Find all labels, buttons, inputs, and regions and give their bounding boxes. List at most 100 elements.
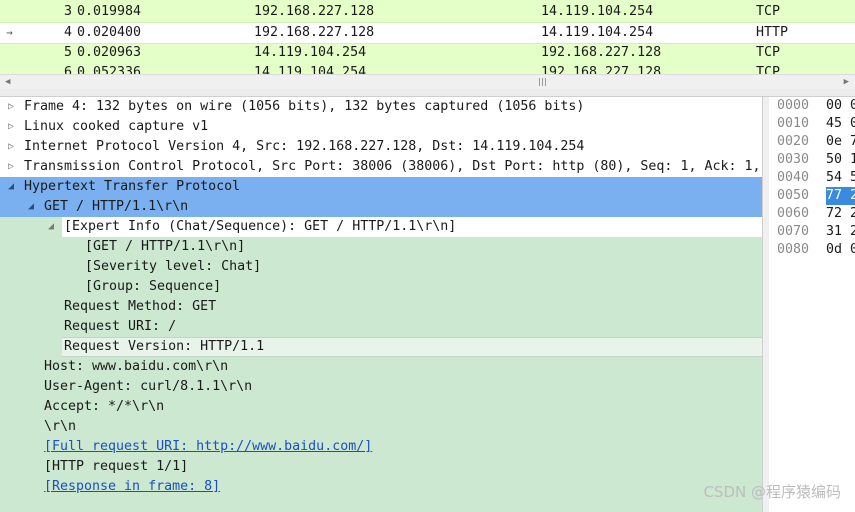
expand-expanded-icon[interactable]: ◢ <box>28 197 34 217</box>
tree-item-label: Frame 4: 132 bytes on wire (1056 bits), … <box>24 99 585 114</box>
tree-item-request-uri[interactable]: Request URI: / <box>0 317 762 337</box>
packet-bytes-pane[interactable]: 0000 00 0 0010 45 0 0020 0e 7 0030 50 1 … <box>769 97 855 512</box>
tree-item-http[interactable]: ◢ Hypertext Transfer Protocol <box>0 177 762 197</box>
byte-hex[interactable]: 72 2 <box>826 205 855 223</box>
packet-row[interactable]: 3 0.019984 192.168.227.128 14.119.104.25… <box>0 2 855 22</box>
packet-details-tree[interactable]: ▷ Frame 4: 132 bytes on wire (1056 bits)… <box>0 97 762 512</box>
tree-item-label: Host: www.baidu.com\r\n <box>44 359 229 374</box>
packet-number: 3 <box>63 4 72 19</box>
tree-item-severity[interactable]: [Severity level: Chat] <box>0 257 762 277</box>
bytes-row: 0080 0d 0 <box>769 241 855 259</box>
tree-item-label: Request URI: / <box>64 319 177 334</box>
packet-time: 0.019984 <box>77 4 142 19</box>
tree-item-label: [Expert Info (Chat/Sequence): GET / HTTP… <box>64 219 457 234</box>
tree-item-linux-cooked[interactable]: ▷ Linux cooked capture v1 <box>0 117 762 137</box>
tree-item-expert-info[interactable]: ◢ [Expert Info (Chat/Sequence): GET / HT… <box>48 217 762 237</box>
bytes-row: 0020 0e 7 <box>769 133 855 151</box>
byte-offset: 0080 <box>777 242 810 257</box>
expand-collapsed-icon[interactable]: ▷ <box>8 157 14 177</box>
packet-destination: 14.119.104.254 <box>541 4 654 19</box>
expand-collapsed-icon[interactable]: ▷ <box>8 117 14 137</box>
byte-hex[interactable]: 54 5 <box>826 169 855 187</box>
tree-item-accept[interactable]: Accept: */*\r\n <box>0 397 762 417</box>
packet-source: 192.168.227.128 <box>254 25 375 40</box>
byte-hex[interactable]: 0d 0 <box>826 241 855 259</box>
packet-source: 192.168.227.128 <box>254 4 375 19</box>
tree-item-label: Hypertext Transfer Protocol <box>24 179 241 194</box>
byte-hex[interactable]: 50 1 <box>826 151 855 169</box>
packet-source: 14.119.104.254 <box>254 45 367 60</box>
byte-offset: 0030 <box>777 152 810 167</box>
byte-offset: 0010 <box>777 116 810 131</box>
packet-row[interactable]: 6 0.052336 14.119.104.254 192.168.227.12… <box>0 63 855 74</box>
packet-list-horizontal-scrollbar[interactable]: ◀ ▶ <box>0 74 855 89</box>
tree-item-label: GET / HTTP/1.1\r\n <box>44 199 189 214</box>
scroll-right-icon[interactable]: ▶ <box>844 75 849 89</box>
tree-item-label: Linux cooked capture v1 <box>24 119 209 134</box>
byte-offset: 0020 <box>777 134 810 149</box>
tree-item-user-agent[interactable]: User-Agent: curl/8.1.1\r\n <box>0 377 762 397</box>
watermark: CSDN @程序猿编码 <box>703 483 841 501</box>
bytes-row: 0040 54 5 <box>769 169 855 187</box>
packet-protocol: HTTP <box>756 25 789 40</box>
byte-offset: 0000 <box>777 98 810 113</box>
tree-item-expert-get[interactable]: [GET / HTTP/1.1\r\n] <box>0 237 762 257</box>
packet-destination: 14.119.104.254 <box>541 25 654 40</box>
expand-collapsed-icon[interactable]: ▷ <box>8 97 14 117</box>
packet-destination: 192.168.227.128 <box>541 65 662 74</box>
tree-item-label: Transmission Control Protocol, Src Port:… <box>24 159 761 174</box>
byte-offset: 0050 <box>777 188 810 203</box>
byte-offset: 0060 <box>777 206 810 221</box>
expand-expanded-icon[interactable]: ◢ <box>48 217 54 237</box>
tree-item-group[interactable]: [Group: Sequence] <box>0 277 762 297</box>
tree-item-frame[interactable]: ▷ Frame 4: 132 bytes on wire (1056 bits)… <box>0 97 762 117</box>
related-packet-arrow-icon: → <box>6 26 13 39</box>
response-frame-link[interactable]: [Response in frame: 8] <box>44 477 220 497</box>
packet-protocol: TCP <box>756 45 781 60</box>
tree-item-ipv4[interactable]: ▷ Internet Protocol Version 4, Src: 192.… <box>0 137 762 157</box>
bytes-row: 0060 72 2 <box>769 205 855 223</box>
tree-item-full-request-uri[interactable]: [Full request URI: http://www.baidu.com/… <box>0 437 762 457</box>
byte-hex[interactable]: 0e 7 <box>826 133 855 151</box>
pane-vertical-splitter[interactable] <box>762 97 769 512</box>
tree-item-label: [Severity level: Chat] <box>85 259 262 274</box>
bytes-row: 0010 45 0 <box>769 115 855 133</box>
byte-hex[interactable]: 45 0 <box>826 115 855 133</box>
tree-item-label: Request Version: HTTP/1.1 <box>64 339 265 354</box>
tree-item-label: User-Agent: curl/8.1.1\r\n <box>44 379 253 394</box>
tree-item-response-frame[interactable]: [Response in frame: 8] <box>0 477 762 497</box>
tree-item-label: [GET / HTTP/1.1\r\n] <box>85 239 246 254</box>
packet-destination: 192.168.227.128 <box>541 45 662 60</box>
byte-hex[interactable]: 00 0 <box>826 97 855 115</box>
scroll-left-icon[interactable]: ◀ <box>5 75 10 89</box>
packet-row[interactable]: 5 0.020963 14.119.104.254 192.168.227.12… <box>0 43 855 63</box>
bytes-row: 0050 77 2 <box>769 187 855 205</box>
tree-item-tcp[interactable]: ▷ Transmission Control Protocol, Src Por… <box>0 157 762 177</box>
bytes-row: 0070 31 2 <box>769 223 855 241</box>
byte-offset: 0070 <box>777 224 810 239</box>
tree-item-host[interactable]: Host: www.baidu.com\r\n <box>0 357 762 377</box>
packet-list[interactable]: 3 0.019984 192.168.227.128 14.119.104.25… <box>0 0 855 74</box>
packet-protocol: TCP <box>756 65 781 74</box>
tree-item-label: \r\n <box>44 419 77 434</box>
tree-item-request-version[interactable]: Request Version: HTTP/1.1 <box>62 337 762 357</box>
tree-item-http-request-number[interactable]: [HTTP request 1/1] <box>0 457 762 477</box>
expand-collapsed-icon[interactable]: ▷ <box>8 137 14 157</box>
packet-time: 0.052336 <box>77 65 142 74</box>
tree-item-label: Request Method: GET <box>64 299 217 314</box>
pane-splitter[interactable] <box>0 89 855 97</box>
expand-expanded-icon[interactable]: ◢ <box>8 177 14 197</box>
tree-item-label: [Group: Sequence] <box>85 279 222 294</box>
tree-item-request-method[interactable]: Request Method: GET <box>0 297 762 317</box>
tree-item-label: Internet Protocol Version 4, Src: 192.16… <box>24 139 585 154</box>
tree-item-crlf[interactable]: \r\n <box>0 417 762 437</box>
packet-time: 0.020963 <box>77 45 142 60</box>
tree-item-label: [HTTP request 1/1] <box>44 459 189 474</box>
byte-hex-selected[interactable]: 77 2 <box>826 187 855 205</box>
tree-item-http-get[interactable]: ◢ GET / HTTP/1.1\r\n <box>0 197 762 217</box>
scrollbar-grip[interactable] <box>536 78 550 86</box>
packet-number: 5 <box>63 45 72 60</box>
packet-row-selected[interactable]: → 4 0.020400 192.168.227.128 14.119.104.… <box>0 23 855 43</box>
full-request-uri-link[interactable]: [Full request URI: http://www.baidu.com/… <box>44 437 372 457</box>
byte-hex[interactable]: 31 2 <box>826 223 855 241</box>
